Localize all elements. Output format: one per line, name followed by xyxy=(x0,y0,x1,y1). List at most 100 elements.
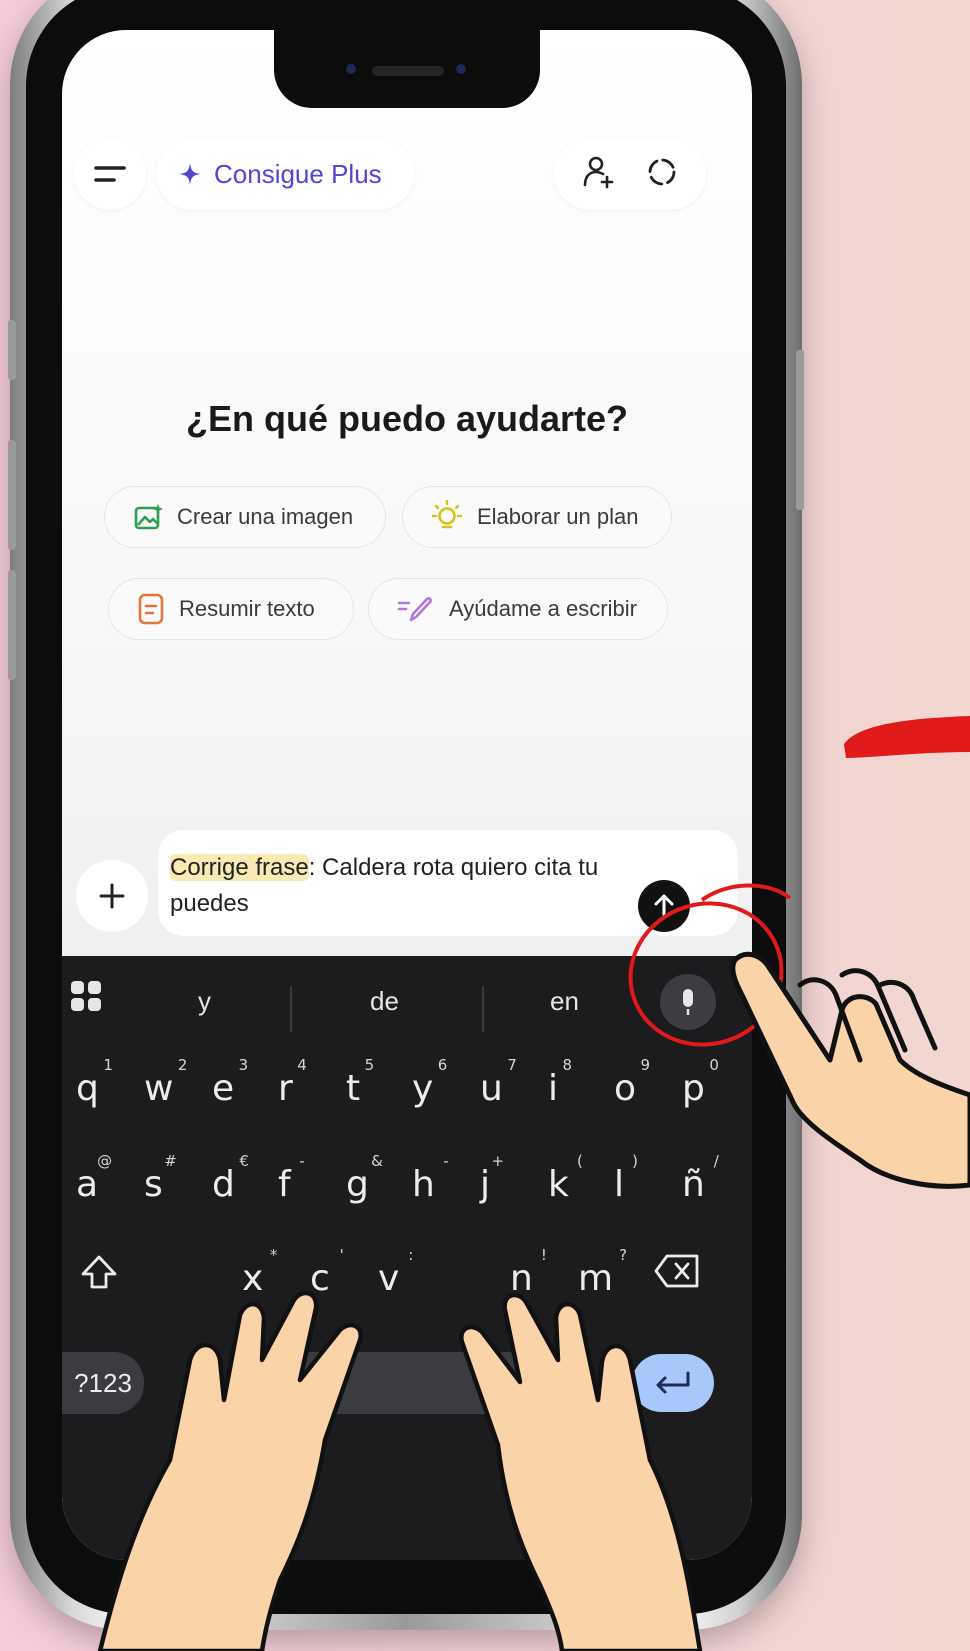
upgrade-plus-button[interactable]: Consigue Plus xyxy=(156,138,414,210)
divider xyxy=(290,986,292,1032)
new-chat-button[interactable] xyxy=(645,155,679,194)
key-letter: o xyxy=(614,1068,637,1109)
key-alt-char: ! xyxy=(540,1246,547,1264)
key-alt-char: 0 xyxy=(709,1056,719,1074)
add-person-button[interactable] xyxy=(581,155,615,194)
side-button xyxy=(8,570,16,680)
key-g[interactable]: g & xyxy=(346,1152,383,1205)
key-j[interactable]: j + xyxy=(480,1152,504,1205)
key-letter: x xyxy=(242,1258,264,1299)
suggestion-summarize[interactable]: Resumir texto xyxy=(108,578,354,640)
key-letter: l xyxy=(614,1164,625,1205)
top-right-actions xyxy=(554,138,706,210)
key-x[interactable]: x * xyxy=(242,1246,277,1299)
key-ñ[interactable]: ñ / xyxy=(682,1152,719,1205)
key-p[interactable]: p0 xyxy=(682,1056,719,1109)
word-suggestion[interactable]: y xyxy=(198,986,211,1017)
key-alt-char: 3 xyxy=(238,1056,249,1074)
side-button xyxy=(8,440,16,550)
dashed-circle-icon xyxy=(648,158,676,185)
backspace-icon xyxy=(654,1254,699,1288)
space-key[interactable] xyxy=(272,1352,562,1414)
key-letter: ñ xyxy=(682,1164,705,1205)
plus-icon xyxy=(99,883,125,909)
key-i[interactable]: i8 xyxy=(548,1056,572,1109)
key-alt-char: ? xyxy=(619,1246,628,1264)
enter-icon xyxy=(656,1371,690,1394)
key-d[interactable]: d € xyxy=(212,1152,249,1205)
phone-screen: Consigue Plus ¿En qué puedo ayudarte? Cr… xyxy=(62,30,752,1560)
arrow-up-icon xyxy=(654,894,674,917)
key-e[interactable]: e3 xyxy=(212,1056,248,1109)
key-alt-char: 9 xyxy=(640,1056,651,1074)
key-alt-char: ( xyxy=(577,1152,583,1170)
attach-button[interactable] xyxy=(76,860,148,932)
side-button xyxy=(796,350,804,510)
key-letter: u xyxy=(480,1068,503,1109)
divider xyxy=(482,986,484,1032)
key-y[interactable]: y6 xyxy=(412,1056,447,1109)
key-letter: j xyxy=(480,1164,491,1205)
key-w[interactable]: w2 xyxy=(144,1056,187,1109)
key-s[interactable]: s # xyxy=(144,1152,177,1205)
key-alt-char: 1 xyxy=(103,1056,113,1074)
key-alt-char: : xyxy=(408,1246,414,1264)
key-alt-char: 6 xyxy=(437,1056,448,1074)
suggestion-create-image[interactable]: Crear una imagen xyxy=(104,486,386,548)
key-letter: n xyxy=(510,1258,533,1299)
on-screen-keyboard: y de en q1w2e3r4t5y6u7i8o9p0 a @ s # d € f - g & h… xyxy=(62,956,752,1560)
speaker-grille xyxy=(372,66,444,76)
key-letter: w xyxy=(144,1068,174,1109)
highlighted-text: Corrige frase xyxy=(170,854,309,881)
key-l[interactable]: l) xyxy=(614,1152,638,1205)
key-n[interactable]: n! xyxy=(510,1246,547,1299)
suggestion-help-write[interactable]: Ayúdame a escribir xyxy=(368,578,668,640)
key-t[interactable]: t5 xyxy=(346,1056,374,1109)
key-o[interactable]: o9 xyxy=(614,1056,650,1109)
key-alt-char: 5 xyxy=(364,1056,375,1074)
key-v[interactable]: v: xyxy=(378,1246,413,1299)
suggestion-label: Elaborar un plan xyxy=(477,504,639,529)
lightbulb-icon xyxy=(431,500,463,529)
key-alt-char: + xyxy=(491,1152,505,1170)
word-suggestion[interactable]: en xyxy=(550,986,579,1017)
key-alt-char: # xyxy=(164,1152,177,1170)
key-k[interactable]: k( xyxy=(548,1152,583,1205)
key-letter: m xyxy=(578,1258,614,1299)
key-letter: g xyxy=(346,1164,369,1205)
suggestion-strip: y de en xyxy=(62,986,752,1036)
key-u[interactable]: u7 xyxy=(480,1056,517,1109)
suggestion-label: Crear una imagen xyxy=(177,504,354,529)
key-alt-char: 4 xyxy=(297,1056,307,1074)
menu-button[interactable] xyxy=(74,138,146,210)
key-m[interactable]: m? xyxy=(578,1246,627,1299)
key-alt-char: € xyxy=(239,1152,249,1170)
key-f[interactable]: f- xyxy=(278,1152,305,1205)
key-h[interactable]: h- xyxy=(412,1152,449,1205)
microphone-icon xyxy=(683,989,693,1015)
key-q[interactable]: q1 xyxy=(76,1056,113,1109)
key-r[interactable]: r4 xyxy=(278,1056,307,1109)
key-letter: a xyxy=(76,1164,99,1205)
voice-input-button[interactable] xyxy=(660,974,716,1030)
key-a[interactable]: a @ xyxy=(76,1152,112,1205)
image-sparkle-icon xyxy=(134,504,163,530)
send-button[interactable] xyxy=(638,880,690,932)
suggestion-make-plan[interactable]: Elaborar un plan xyxy=(402,486,672,548)
word-suggestion[interactable]: de xyxy=(370,986,399,1017)
symbols-key[interactable]: ?123 xyxy=(62,1352,144,1414)
key-alt-char: * xyxy=(269,1246,278,1264)
key-alt-char: 2 xyxy=(177,1056,188,1074)
menu-icon xyxy=(94,166,126,182)
key-letter: e xyxy=(212,1068,235,1109)
sparkle-icon xyxy=(179,163,201,185)
camera-icon xyxy=(454,62,468,76)
pen-icon xyxy=(397,597,432,622)
key-letter: v xyxy=(378,1258,400,1299)
enter-key[interactable] xyxy=(632,1354,714,1412)
camera-icon xyxy=(344,62,358,76)
key-c[interactable]: c ' xyxy=(310,1246,344,1299)
backspace-key[interactable] xyxy=(654,1254,700,1293)
key-letter: h xyxy=(412,1164,435,1205)
shift-key[interactable] xyxy=(80,1254,118,1295)
